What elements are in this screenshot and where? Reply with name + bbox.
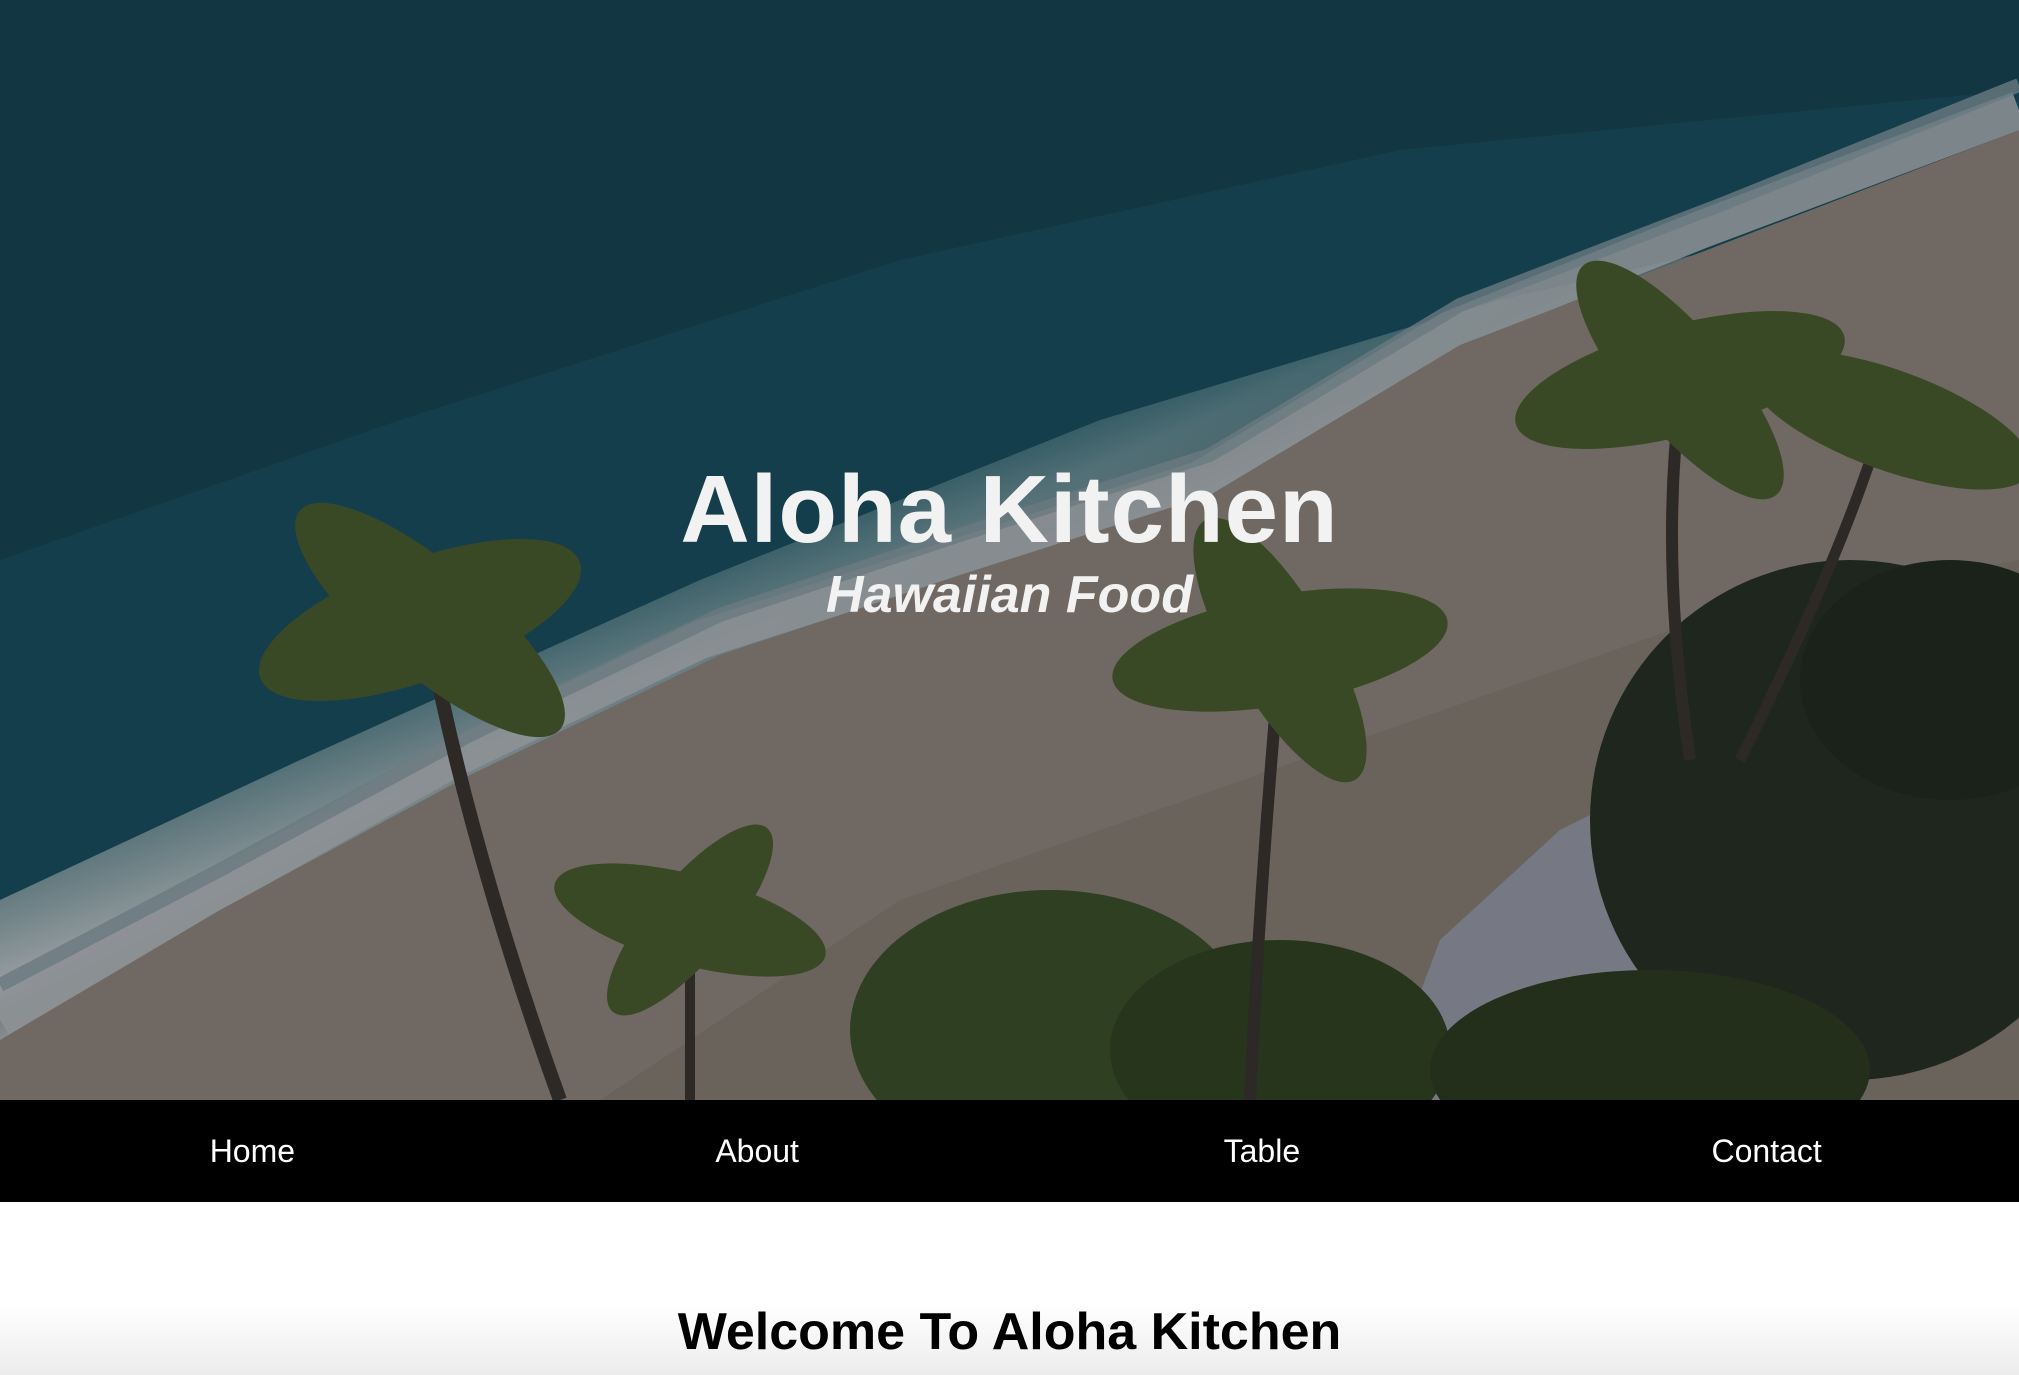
nav-link-home[interactable]: Home xyxy=(0,1100,505,1202)
hero-section: Aloha Kitchen Hawaiian Food xyxy=(0,0,2019,1100)
nav-link-contact[interactable]: Contact xyxy=(1514,1100,2019,1202)
welcome-heading: Welcome To Aloha Kitchen xyxy=(677,1303,1342,1361)
site-subtitle: Hawaiian Food xyxy=(826,566,1193,624)
main-navigation: Home About Table Contact xyxy=(0,1100,2019,1202)
hero-text-block: Aloha Kitchen Hawaiian Food xyxy=(0,455,2019,625)
nav-link-table[interactable]: Table xyxy=(1010,1100,1515,1202)
site-title: Aloha Kitchen xyxy=(680,456,1339,563)
main-content: Welcome To Aloha Kitchen xyxy=(0,1202,2019,1375)
nav-link-about[interactable]: About xyxy=(505,1100,1010,1202)
